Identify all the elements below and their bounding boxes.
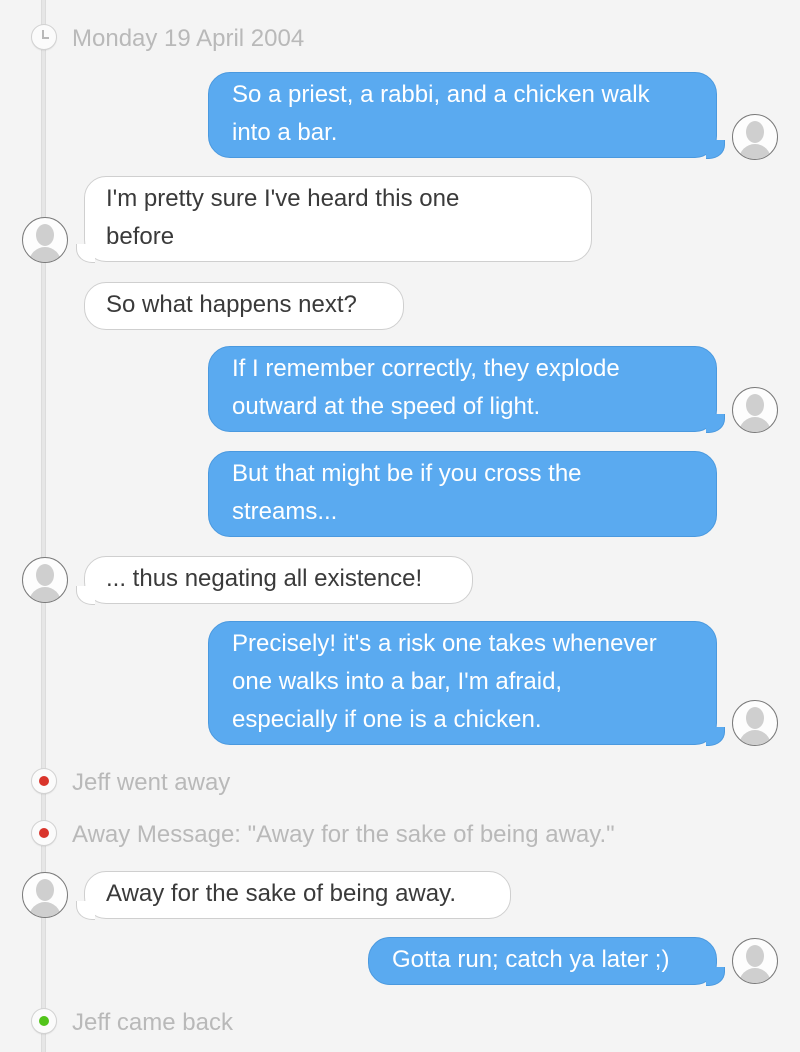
my-avatar-icon[interactable]	[732, 938, 778, 984]
message-line: ... thus negating all existence!	[106, 565, 423, 592]
message-line: Away for the sake of being away.	[106, 880, 456, 907]
chat-transcript: Monday 19 April 2004 So a priest, a rabb…	[0, 0, 800, 1052]
my-avatar-icon[interactable]	[732, 387, 778, 433]
message-bubble-outgoing[interactable]: If I remember correctly, they explode ou…	[208, 346, 725, 433]
message-line: into a bar.	[232, 119, 338, 146]
away-status-icon	[31, 820, 57, 846]
message-line: So a priest, a rabbi, and a chicken walk	[232, 81, 650, 108]
my-avatar-icon[interactable]	[732, 114, 778, 160]
online-status-icon	[31, 1008, 57, 1034]
message-bubble-incoming[interactable]: I'm pretty sure I've heard this one befo…	[76, 176, 592, 263]
message-bubble-outgoing[interactable]: So a priest, a rabbi, and a chicken walk…	[208, 72, 725, 159]
message-bubble-outgoing[interactable]: Gotta run; catch ya later ;)	[368, 937, 725, 986]
message-bubble-incoming[interactable]: So what happens next?	[84, 282, 404, 330]
message-line: one walks into a bar, I'm afraid,	[232, 668, 563, 695]
message-line: But that might be if you cross the	[232, 460, 582, 487]
jeff-avatar-icon[interactable]	[22, 217, 68, 263]
my-avatar-icon[interactable]	[732, 700, 778, 746]
jeff-avatar-icon[interactable]	[22, 872, 68, 918]
message-bubble-outgoing[interactable]: But that might be if you cross the strea…	[208, 451, 717, 537]
message-line: I'm pretty sure I've heard this one	[106, 185, 460, 212]
message-line: Gotta run; catch ya later ;)	[392, 946, 670, 973]
message-line: So what happens next?	[106, 291, 357, 318]
jeff-avatar-icon[interactable]	[22, 557, 68, 603]
message-line: Precisely! it's a risk one takes wheneve…	[232, 630, 657, 657]
message-line: outward at the speed of light.	[232, 393, 541, 420]
message-line: If I remember correctly, they explode	[232, 355, 620, 382]
away-status-icon	[31, 768, 57, 794]
date-header-label: Monday 19 April 2004	[72, 25, 305, 52]
status-event-label: Away Message: "Away for the sake of bein…	[72, 821, 615, 848]
message-bubble-incoming[interactable]: ... thus negating all existence!	[76, 556, 473, 605]
message-bubble-incoming[interactable]: Away for the sake of being away.	[76, 871, 511, 920]
status-event-label: Jeff went away	[72, 769, 231, 796]
message-line: streams...	[232, 498, 338, 525]
message-line: especially if one is a chicken.	[232, 706, 542, 733]
status-event-label: Jeff came back	[72, 1009, 233, 1036]
clock-icon	[31, 24, 57, 50]
message-line: before	[106, 223, 175, 250]
message-bubble-outgoing[interactable]: Precisely! it's a risk one takes wheneve…	[208, 621, 725, 746]
